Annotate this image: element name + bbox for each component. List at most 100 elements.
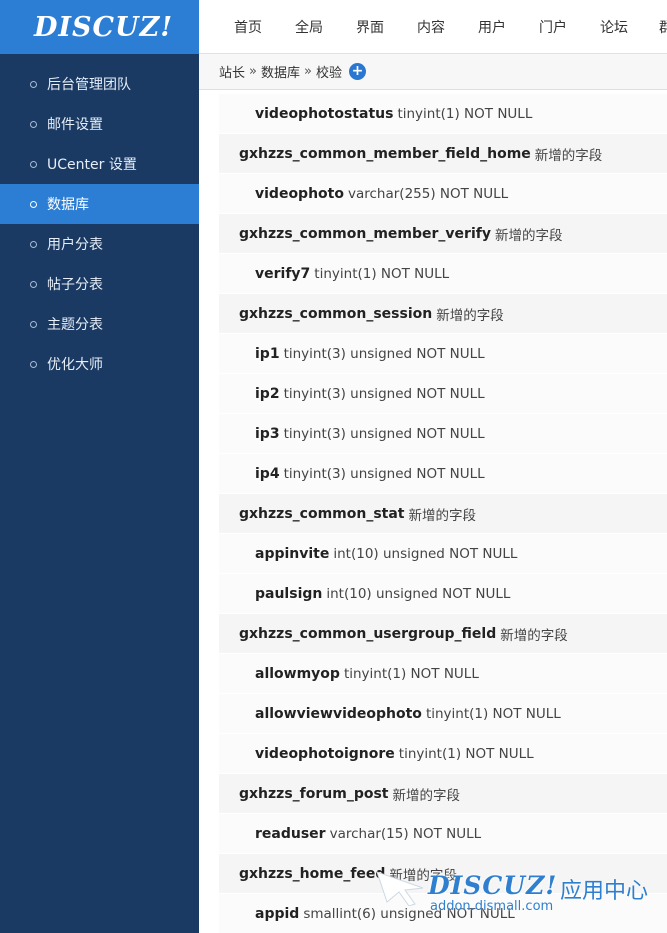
- sidebar-item-label: UCenter 设置: [47, 157, 137, 173]
- field-row: allowmyop tinyint(1) NOT NULL: [219, 654, 667, 694]
- field-type: tinyint(3) unsigned NOT NULL: [283, 345, 485, 362]
- field-row: ip3 tinyint(3) unsigned NOT NULL: [219, 414, 667, 454]
- field-row: verify7 tinyint(1) NOT NULL: [219, 254, 667, 294]
- field-row: ip1 tinyint(3) unsigned NOT NULL: [219, 334, 667, 374]
- sidebar-item-database[interactable]: 数据库: [0, 184, 199, 224]
- field-type: tinyint(3) unsigned NOT NULL: [283, 425, 485, 442]
- field-type: varchar(255) NOT NULL: [347, 185, 509, 202]
- bullet-icon: [30, 240, 37, 248]
- table-name: gxhzzs_common_usergroup_field: [239, 625, 497, 642]
- field-type: tinyint(3) unsigned NOT NULL: [283, 465, 485, 482]
- field-name: ip3: [255, 425, 280, 442]
- field-type: tinyint(1) NOT NULL: [425, 705, 561, 722]
- field-type: int(10) unsigned NOT NULL: [333, 545, 518, 562]
- table-note: 新增的字段: [436, 307, 504, 324]
- sidebar-item-optimizer[interactable]: 优化大师: [0, 344, 199, 384]
- breadcrumb-item-verify: 校验: [315, 66, 342, 81]
- field-row: videophotostatus tinyint(1) NOT NULL: [219, 94, 667, 134]
- sidebar-item-user-split[interactable]: 用户分表: [0, 224, 199, 264]
- table-note: 新增的字段: [392, 787, 460, 804]
- breadcrumb: 站长 » 数据库 » 校验 +: [199, 54, 667, 90]
- field-name: videophoto: [255, 185, 344, 202]
- table-name: gxhzzs_common_member_field_home: [239, 145, 531, 162]
- nav-tab-group[interactable]: 群: [659, 0, 667, 53]
- nav-tab-content[interactable]: 内容: [417, 0, 445, 53]
- breadcrumb-item-admin[interactable]: 站长: [219, 62, 245, 81]
- bullet-icon: [30, 120, 37, 128]
- bullet-icon: [30, 200, 37, 208]
- field-type: tinyint(1) NOT NULL: [343, 665, 479, 682]
- main-content: videophotostatus tinyint(1) NOT NULL gxhzz…: [199, 91, 667, 933]
- field-name: ip1: [255, 345, 280, 362]
- watermark: DISCUZ! 应用中心 addon.dismall.com: [375, 866, 665, 926]
- sidebar-item-label: 后台管理团队: [47, 77, 131, 93]
- watermark-text: 应用中心: [560, 879, 649, 904]
- table-name: gxhzzs_forum_post: [239, 785, 389, 802]
- field-type: tinyint(1) NOT NULL: [398, 745, 534, 762]
- field-type: varchar(15) NOT NULL: [329, 825, 482, 842]
- table-note: 新增的字段: [494, 227, 563, 244]
- sidebar-item-ucenter-settings[interactable]: UCenter 设置: [0, 144, 199, 184]
- sidebar-item-mail-settings[interactable]: 邮件设置: [0, 104, 199, 144]
- field-type: tinyint(1) NOT NULL: [314, 265, 450, 282]
- table-row: gxhzzs_common_member_field_home 新增的字段: [219, 134, 667, 174]
- watermark-logo: DISCUZ!: [428, 871, 558, 900]
- table-note: 新增的字段: [500, 627, 568, 644]
- breadcrumb-separator: »: [249, 64, 257, 79]
- sidebar-item-label: 优化大师: [47, 357, 103, 373]
- sidebar: DISCUZ! 后台管理团队 邮件设置 UCenter 设置 数据库 用户分表 …: [0, 0, 199, 933]
- field-row: allowviewvideophoto tinyint(1) NOT NULL: [219, 694, 667, 734]
- field-row: appinvite int(10) unsigned NOT NULL: [219, 534, 667, 574]
- nav-tab-global[interactable]: 全局: [295, 0, 323, 53]
- nav-tab-interface[interactable]: 界面: [356, 0, 384, 53]
- sidebar-item-label: 主题分表: [47, 317, 103, 333]
- table-row: gxhzzs_common_member_verify 新增的字段: [219, 214, 667, 254]
- table-note: 新增的字段: [408, 507, 477, 524]
- breadcrumb-item-database[interactable]: 数据库: [261, 62, 300, 81]
- table-name: gxhzzs_common_session: [239, 305, 433, 322]
- field-name: verify7: [255, 265, 311, 282]
- table-name: gxhzzs_common_member_verify: [239, 225, 491, 242]
- field-name: readuser: [255, 825, 326, 842]
- watermark-url: addon.dismall.com: [430, 899, 554, 914]
- logo-text: DISCUZ!: [34, 11, 174, 43]
- bullet-icon: [30, 320, 37, 328]
- field-type: tinyint(1) NOT NULL: [397, 105, 533, 122]
- nav-tab-users[interactable]: 用户: [478, 0, 506, 53]
- sidebar-item-admin-team[interactable]: 后台管理团队: [0, 64, 199, 104]
- bullet-icon: [30, 280, 37, 288]
- sidebar-menu: 后台管理团队 邮件设置 UCenter 设置 数据库 用户分表 帖子分表 主题分…: [0, 64, 199, 384]
- bullet-icon: [30, 360, 37, 368]
- table-name: gxhzzs_home_feed: [239, 865, 386, 882]
- nav-tab-portal[interactable]: 门户: [539, 0, 567, 53]
- field-type: int(10) unsigned NOT NULL: [326, 585, 511, 602]
- table-row: gxhzzs_common_session 新增的字段: [219, 294, 667, 334]
- bullet-icon: [30, 160, 37, 168]
- table-name: gxhzzs_common_stat: [239, 505, 405, 522]
- nav-tab-forum[interactable]: 论坛: [600, 0, 628, 53]
- field-row: paulsign int(10) unsigned NOT NULL: [219, 574, 667, 614]
- logo[interactable]: DISCUZ!: [0, 0, 199, 54]
- field-row: ip4 tinyint(3) unsigned NOT NULL: [219, 454, 667, 494]
- bullet-icon: [30, 80, 37, 88]
- top-nav: 首页 全局 界面 内容 用户 门户 论坛 群: [199, 0, 667, 54]
- cursor-icon: [376, 871, 424, 906]
- table-row: gxhzzs_common_usergroup_field 新增的字段: [219, 614, 667, 654]
- field-name: paulsign: [255, 585, 323, 602]
- table-note: 新增的字段: [534, 147, 603, 164]
- sidebar-item-label: 帖子分表: [47, 277, 103, 293]
- field-row: readuser varchar(15) NOT NULL: [219, 814, 667, 854]
- field-name: ip2: [255, 385, 280, 402]
- sidebar-item-post-split[interactable]: 帖子分表: [0, 264, 199, 304]
- plus-icon[interactable]: +: [348, 63, 366, 80]
- table-row: gxhzzs_common_stat 新增的字段: [219, 494, 667, 534]
- sidebar-item-label: 邮件设置: [47, 117, 103, 133]
- field-row: ip2 tinyint(3) unsigned NOT NULL: [219, 374, 667, 414]
- sidebar-item-thread-split[interactable]: 主题分表: [0, 304, 199, 344]
- field-name: appinvite: [255, 545, 330, 562]
- field-name: allowmyop: [255, 665, 340, 682]
- table-row: gxhzzs_forum_post 新增的字段: [219, 774, 667, 814]
- field-type: tinyint(3) unsigned NOT NULL: [283, 385, 485, 402]
- field-name: appid: [255, 905, 300, 922]
- nav-tab-home[interactable]: 首页: [234, 0, 262, 53]
